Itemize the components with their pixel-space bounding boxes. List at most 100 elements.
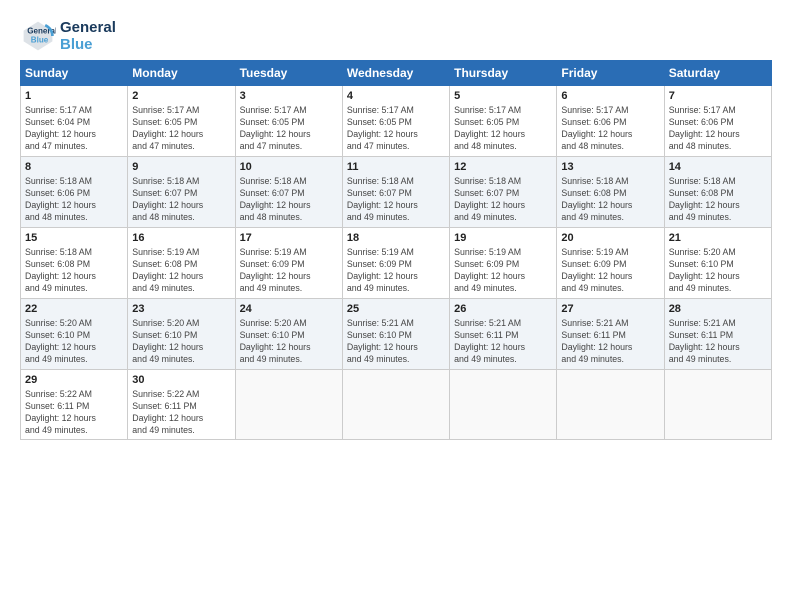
calendar-cell: 1Sunrise: 5:17 AMSunset: 6:04 PMDaylight… xyxy=(21,86,128,157)
calendar-cell: 28Sunrise: 5:21 AMSunset: 6:11 PMDayligh… xyxy=(664,298,771,369)
day-info: Sunrise: 5:21 AMSunset: 6:11 PMDaylight:… xyxy=(454,318,552,366)
day-number: 6 xyxy=(561,89,659,104)
calendar-cell: 26Sunrise: 5:21 AMSunset: 6:11 PMDayligh… xyxy=(450,298,557,369)
calendar-week-2: 8Sunrise: 5:18 AMSunset: 6:06 PMDaylight… xyxy=(21,156,772,227)
day-info: Sunrise: 5:17 AMSunset: 6:06 PMDaylight:… xyxy=(561,105,659,153)
calendar-cell: 3Sunrise: 5:17 AMSunset: 6:05 PMDaylight… xyxy=(235,86,342,157)
calendar-cell: 15Sunrise: 5:18 AMSunset: 6:08 PMDayligh… xyxy=(21,227,128,298)
day-number: 15 xyxy=(25,231,123,246)
col-sunday: Sunday xyxy=(21,61,128,86)
day-number: 26 xyxy=(454,302,552,317)
day-info: Sunrise: 5:18 AMSunset: 6:07 PMDaylight:… xyxy=(132,176,230,224)
calendar-cell: 4Sunrise: 5:17 AMSunset: 6:05 PMDaylight… xyxy=(342,86,449,157)
day-info: Sunrise: 5:19 AMSunset: 6:09 PMDaylight:… xyxy=(454,247,552,295)
day-info: Sunrise: 5:19 AMSunset: 6:09 PMDaylight:… xyxy=(347,247,445,295)
day-number: 23 xyxy=(132,302,230,317)
day-info: Sunrise: 5:18 AMSunset: 6:08 PMDaylight:… xyxy=(561,176,659,224)
day-number: 1 xyxy=(25,89,123,104)
day-number: 4 xyxy=(347,89,445,104)
col-saturday: Saturday xyxy=(664,61,771,86)
day-number: 22 xyxy=(25,302,123,317)
calendar-cell xyxy=(450,369,557,440)
calendar-cell: 18Sunrise: 5:19 AMSunset: 6:09 PMDayligh… xyxy=(342,227,449,298)
calendar-cell: 25Sunrise: 5:21 AMSunset: 6:10 PMDayligh… xyxy=(342,298,449,369)
day-info: Sunrise: 5:18 AMSunset: 6:07 PMDaylight:… xyxy=(347,176,445,224)
day-info: Sunrise: 5:18 AMSunset: 6:07 PMDaylight:… xyxy=(454,176,552,224)
calendar-cell: 20Sunrise: 5:19 AMSunset: 6:09 PMDayligh… xyxy=(557,227,664,298)
col-tuesday: Tuesday xyxy=(235,61,342,86)
day-info: Sunrise: 5:21 AMSunset: 6:11 PMDaylight:… xyxy=(669,318,767,366)
calendar-cell: 6Sunrise: 5:17 AMSunset: 6:06 PMDaylight… xyxy=(557,86,664,157)
calendar-week-5: 29Sunrise: 5:22 AMSunset: 6:11 PMDayligh… xyxy=(21,369,772,440)
calendar-cell xyxy=(235,369,342,440)
calendar-cell: 17Sunrise: 5:19 AMSunset: 6:09 PMDayligh… xyxy=(235,227,342,298)
calendar-cell xyxy=(342,369,449,440)
day-number: 13 xyxy=(561,160,659,175)
day-number: 12 xyxy=(454,160,552,175)
day-number: 3 xyxy=(240,89,338,104)
day-info: Sunrise: 5:17 AMSunset: 6:05 PMDaylight:… xyxy=(347,105,445,153)
calendar-cell: 7Sunrise: 5:17 AMSunset: 6:06 PMDaylight… xyxy=(664,86,771,157)
col-wednesday: Wednesday xyxy=(342,61,449,86)
calendar-cell: 23Sunrise: 5:20 AMSunset: 6:10 PMDayligh… xyxy=(128,298,235,369)
day-info: Sunrise: 5:20 AMSunset: 6:10 PMDaylight:… xyxy=(25,318,123,366)
page: General Blue General Blue Sunday Monday … xyxy=(0,0,792,612)
day-info: Sunrise: 5:22 AMSunset: 6:11 PMDaylight:… xyxy=(132,389,230,437)
day-number: 11 xyxy=(347,160,445,175)
logo-text: General Blue xyxy=(60,19,116,54)
day-info: Sunrise: 5:19 AMSunset: 6:09 PMDaylight:… xyxy=(561,247,659,295)
day-number: 8 xyxy=(25,160,123,175)
calendar-cell: 10Sunrise: 5:18 AMSunset: 6:07 PMDayligh… xyxy=(235,156,342,227)
day-info: Sunrise: 5:18 AMSunset: 6:07 PMDaylight:… xyxy=(240,176,338,224)
day-info: Sunrise: 5:18 AMSunset: 6:08 PMDaylight:… xyxy=(669,176,767,224)
day-number: 27 xyxy=(561,302,659,317)
calendar-cell: 21Sunrise: 5:20 AMSunset: 6:10 PMDayligh… xyxy=(664,227,771,298)
calendar-week-1: 1Sunrise: 5:17 AMSunset: 6:04 PMDaylight… xyxy=(21,86,772,157)
day-info: Sunrise: 5:17 AMSunset: 6:04 PMDaylight:… xyxy=(25,105,123,153)
calendar-cell: 27Sunrise: 5:21 AMSunset: 6:11 PMDayligh… xyxy=(557,298,664,369)
day-info: Sunrise: 5:18 AMSunset: 6:08 PMDaylight:… xyxy=(25,247,123,295)
calendar-cell: 16Sunrise: 5:19 AMSunset: 6:08 PMDayligh… xyxy=(128,227,235,298)
day-number: 28 xyxy=(669,302,767,317)
calendar-table: Sunday Monday Tuesday Wednesday Thursday… xyxy=(20,60,772,440)
col-friday: Friday xyxy=(557,61,664,86)
day-number: 30 xyxy=(132,373,230,388)
day-info: Sunrise: 5:20 AMSunset: 6:10 PMDaylight:… xyxy=(669,247,767,295)
day-info: Sunrise: 5:17 AMSunset: 6:05 PMDaylight:… xyxy=(454,105,552,153)
day-number: 24 xyxy=(240,302,338,317)
calendar-cell: 5Sunrise: 5:17 AMSunset: 6:05 PMDaylight… xyxy=(450,86,557,157)
calendar-week-4: 22Sunrise: 5:20 AMSunset: 6:10 PMDayligh… xyxy=(21,298,772,369)
calendar-cell: 24Sunrise: 5:20 AMSunset: 6:10 PMDayligh… xyxy=(235,298,342,369)
col-monday: Monday xyxy=(128,61,235,86)
day-info: Sunrise: 5:19 AMSunset: 6:09 PMDaylight:… xyxy=(240,247,338,295)
calendar-cell: 12Sunrise: 5:18 AMSunset: 6:07 PMDayligh… xyxy=(450,156,557,227)
calendar-cell: 30Sunrise: 5:22 AMSunset: 6:11 PMDayligh… xyxy=(128,369,235,440)
day-number: 17 xyxy=(240,231,338,246)
calendar-cell: 2Sunrise: 5:17 AMSunset: 6:05 PMDaylight… xyxy=(128,86,235,157)
header-row: Sunday Monday Tuesday Wednesday Thursday… xyxy=(21,61,772,86)
calendar-cell: 11Sunrise: 5:18 AMSunset: 6:07 PMDayligh… xyxy=(342,156,449,227)
svg-text:Blue: Blue xyxy=(31,35,49,44)
day-info: Sunrise: 5:22 AMSunset: 6:11 PMDaylight:… xyxy=(25,389,123,437)
day-number: 29 xyxy=(25,373,123,388)
day-number: 5 xyxy=(454,89,552,104)
day-info: Sunrise: 5:17 AMSunset: 6:06 PMDaylight:… xyxy=(669,105,767,153)
day-number: 20 xyxy=(561,231,659,246)
day-number: 10 xyxy=(240,160,338,175)
day-info: Sunrise: 5:17 AMSunset: 6:05 PMDaylight:… xyxy=(132,105,230,153)
calendar-cell: 9Sunrise: 5:18 AMSunset: 6:07 PMDaylight… xyxy=(128,156,235,227)
day-info: Sunrise: 5:17 AMSunset: 6:05 PMDaylight:… xyxy=(240,105,338,153)
calendar-cell: 14Sunrise: 5:18 AMSunset: 6:08 PMDayligh… xyxy=(664,156,771,227)
day-number: 21 xyxy=(669,231,767,246)
logo-icon: General Blue xyxy=(20,18,56,54)
day-info: Sunrise: 5:20 AMSunset: 6:10 PMDaylight:… xyxy=(132,318,230,366)
day-number: 2 xyxy=(132,89,230,104)
day-info: Sunrise: 5:20 AMSunset: 6:10 PMDaylight:… xyxy=(240,318,338,366)
calendar-cell: 19Sunrise: 5:19 AMSunset: 6:09 PMDayligh… xyxy=(450,227,557,298)
day-info: Sunrise: 5:21 AMSunset: 6:10 PMDaylight:… xyxy=(347,318,445,366)
header: General Blue General Blue xyxy=(20,18,772,54)
calendar-week-3: 15Sunrise: 5:18 AMSunset: 6:08 PMDayligh… xyxy=(21,227,772,298)
day-info: Sunrise: 5:21 AMSunset: 6:11 PMDaylight:… xyxy=(561,318,659,366)
day-number: 18 xyxy=(347,231,445,246)
calendar-cell: 29Sunrise: 5:22 AMSunset: 6:11 PMDayligh… xyxy=(21,369,128,440)
